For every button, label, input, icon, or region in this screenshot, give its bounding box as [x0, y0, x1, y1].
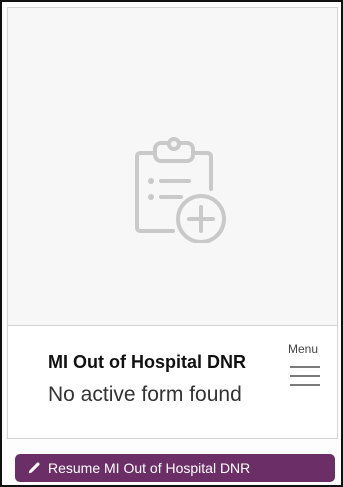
clipboard-add-icon	[135, 137, 226, 243]
resume-form-button[interactable]: Resume MI Out of Hospital DNR	[15, 454, 335, 482]
form-status: No active form found	[48, 383, 242, 406]
menu-label: Menu	[288, 342, 319, 356]
resume-button-label: Resume MI Out of Hospital DNR	[48, 460, 251, 476]
menu-line	[290, 384, 320, 386]
app-frame: MI Out of Hospital DNR No active form fo…	[0, 0, 343, 487]
menu-line	[290, 375, 320, 377]
menu-line	[290, 366, 320, 368]
pencil-icon	[28, 462, 40, 474]
hamburger-menu-icon[interactable]	[290, 363, 320, 389]
form-thumbnail[interactable]	[8, 8, 337, 326]
form-card[interactable]: MI Out of Hospital DNR No active form fo…	[7, 7, 338, 439]
form-title: MI Out of Hospital DNR	[48, 352, 246, 372]
form-info: MI Out of Hospital DNR No active form fo…	[8, 327, 337, 438]
